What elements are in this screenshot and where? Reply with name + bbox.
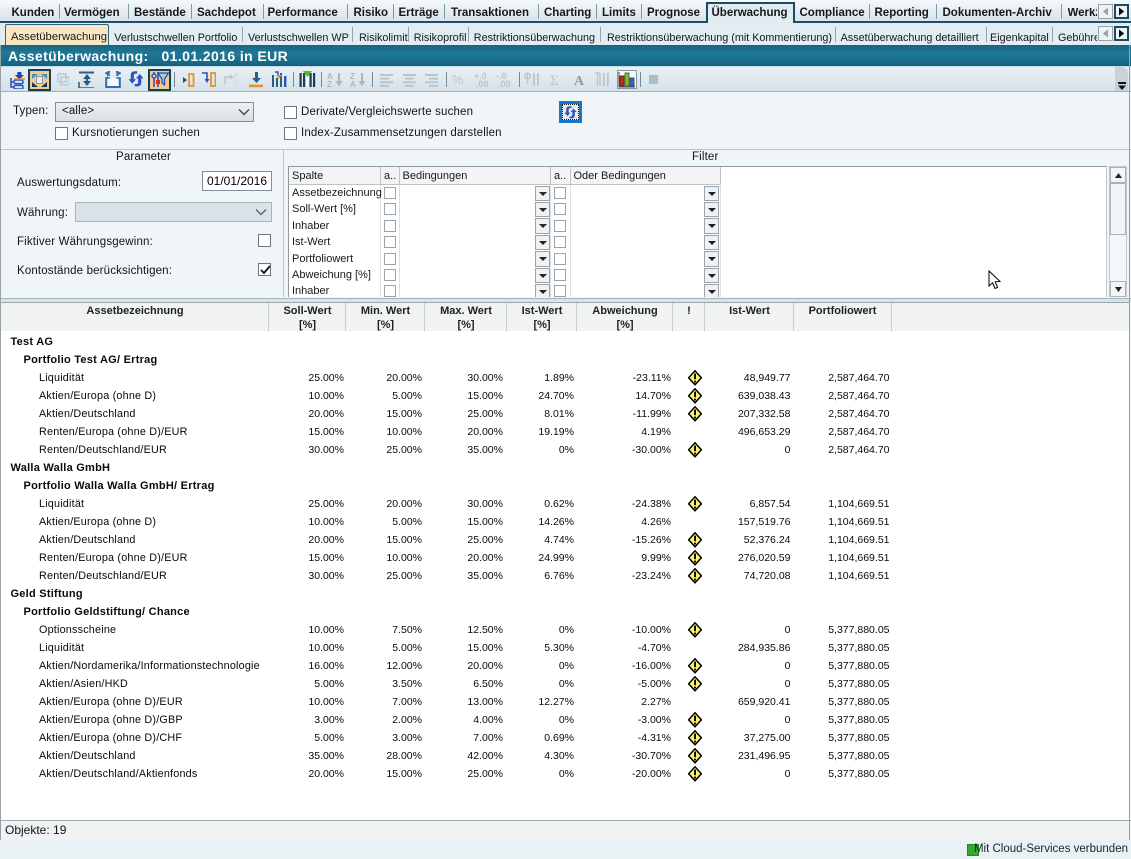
svg-text:Z: Z	[327, 80, 332, 87]
svg-text:Σ: Σ	[550, 73, 559, 87]
svg-text:%: %	[452, 72, 464, 87]
svg-text:A: A	[350, 80, 356, 87]
svg-text:.00: .00	[476, 79, 489, 88]
svg-text:.00: .00	[498, 79, 511, 88]
svg-text:A: A	[574, 74, 585, 87]
